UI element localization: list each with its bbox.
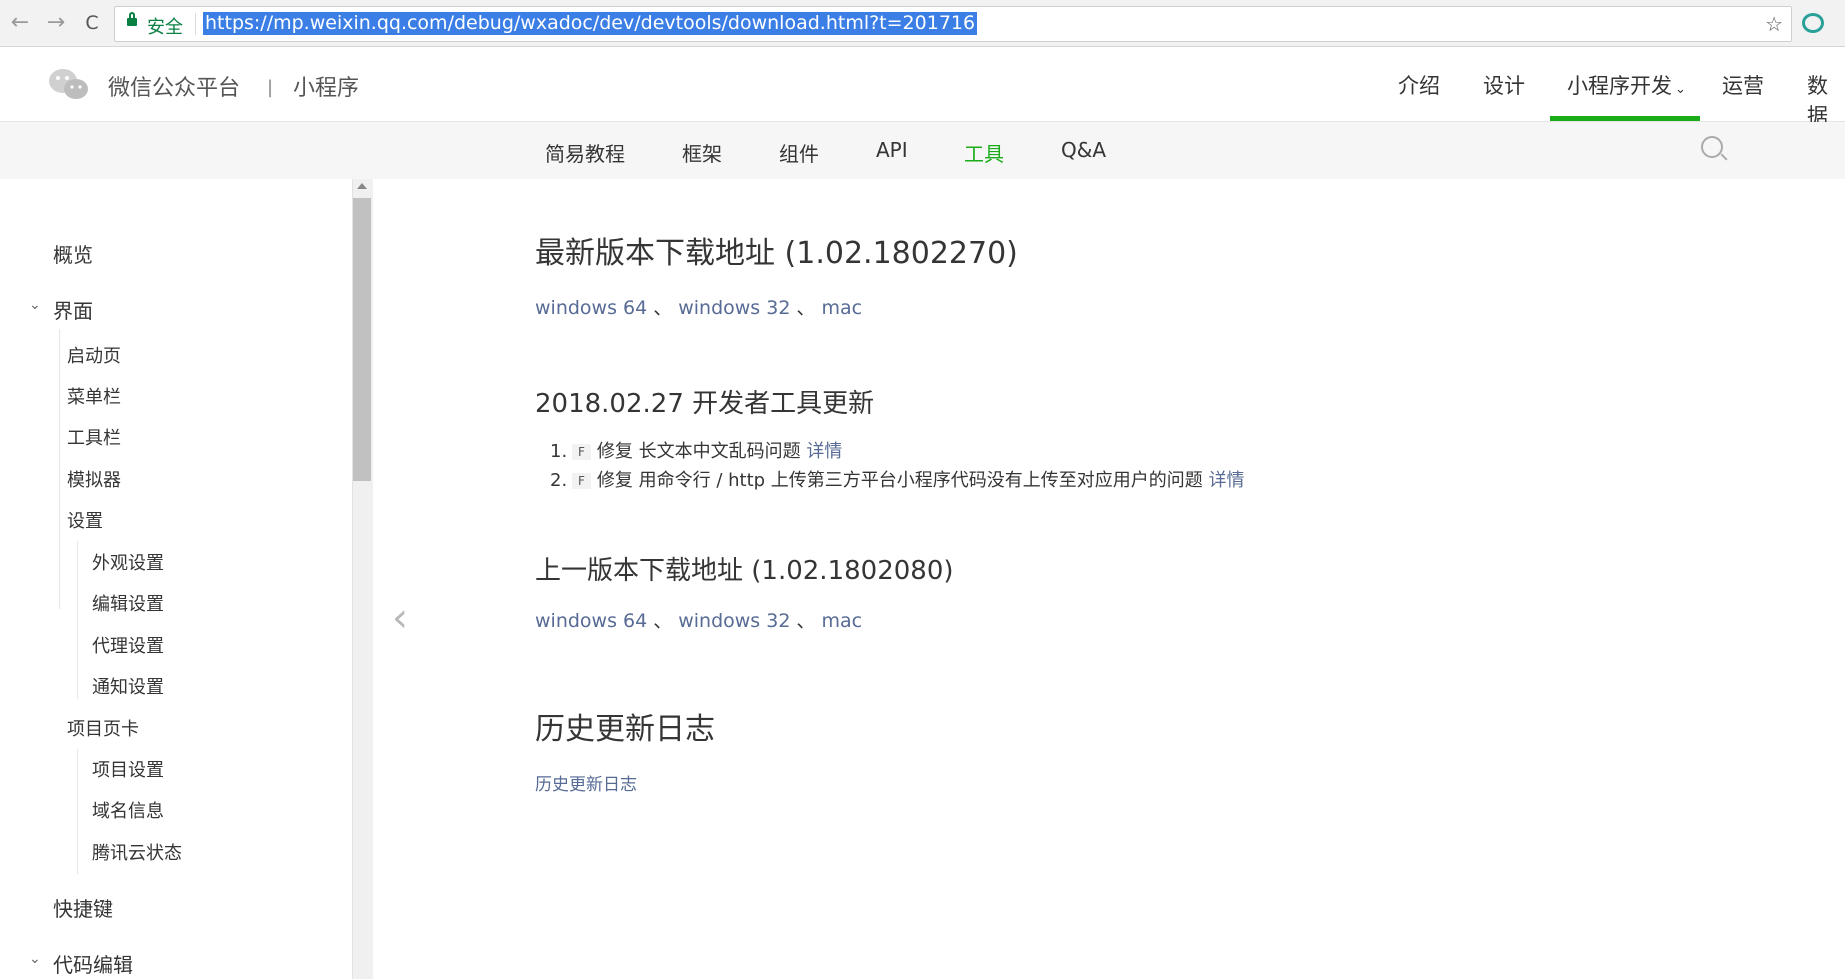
reload-icon[interactable]: C xyxy=(80,11,104,35)
prev-download-win32-link[interactable]: windows 32 xyxy=(678,610,790,632)
sidebar-item-tencent-cloud[interactable]: 腾讯云状态 xyxy=(92,839,182,865)
chevron-left-icon[interactable]: ‹ xyxy=(392,598,408,638)
update-text: 修复 用命令行 / http 上传第三方平台小程序代码没有上传至对应用户的问题 xyxy=(596,470,1203,491)
sidebar-item-domain[interactable]: 域名信息 xyxy=(92,797,164,823)
details-link[interactable]: 详情 xyxy=(806,441,842,462)
sidebar-item-appearance[interactable]: 外观设置 xyxy=(92,549,164,575)
tree-line xyxy=(59,329,60,609)
bookmark-star-icon[interactable]: ☆ xyxy=(1765,12,1783,36)
scroll-up-icon[interactable] xyxy=(357,183,367,189)
site-header: 微信公众平台 | 小程序 介绍 设计 小程序开发 ⌄ 运营 数据 xyxy=(0,47,1845,128)
nav-design[interactable]: 设计 xyxy=(1483,70,1525,100)
wechat-logo-icon xyxy=(49,69,88,99)
sidebar-item-menubar[interactable]: 菜单栏 xyxy=(67,383,121,409)
sidebar-item-editor[interactable]: 编辑设置 xyxy=(92,590,164,616)
search-icon[interactable] xyxy=(1701,136,1723,158)
history-link[interactable]: 历史更新日志 xyxy=(535,775,637,795)
nav-data[interactable]: 数据 xyxy=(1807,70,1845,130)
brand-name[interactable]: 微信公众平台 xyxy=(108,70,240,102)
prev-download-win64-link[interactable]: windows 64 xyxy=(535,610,647,632)
tree-line xyxy=(77,749,78,874)
active-nav-indicator xyxy=(1550,116,1700,121)
update-item: 1. F 修复 长文本中文乱码问题 详情 xyxy=(550,437,842,463)
update-text: 修复 长文本中文乱码问题 xyxy=(596,441,801,462)
chevron-down-icon[interactable]: ⌄ xyxy=(29,297,41,313)
extension-icon[interactable] xyxy=(1802,13,1824,33)
sub-nav: 简易教程 框架 组件 API 工具 Q&A xyxy=(0,122,1845,179)
sidebar-item-settings[interactable]: 设置 xyxy=(67,507,103,533)
sidebar-item-interface[interactable]: 界面 xyxy=(53,295,93,324)
url-text[interactable]: https://mp.weixin.qq.com/debug/wxadoc/de… xyxy=(203,12,978,35)
sidebar-item-overview[interactable]: 概览 xyxy=(53,239,93,268)
address-bar[interactable]: 安全 https://mp.weixin.qq.com/debug/wxadoc… xyxy=(114,6,1792,42)
sidebar-item-toolbar[interactable]: 工具栏 xyxy=(67,424,121,450)
browser-toolbar: ← → C 安全 https://mp.weixin.qq.com/debug/… xyxy=(0,0,1845,47)
previous-download-links: windows 64、 windows 32、 mac xyxy=(535,606,862,633)
download-mac-link[interactable]: mac xyxy=(821,297,862,319)
history-link-row: 历史更新日志 xyxy=(535,770,637,795)
tab-components[interactable]: 组件 xyxy=(779,138,819,167)
sidebar-item-project-tab[interactable]: 项目页卡 xyxy=(67,715,139,741)
details-link[interactable]: 详情 xyxy=(1209,470,1245,491)
address-divider xyxy=(195,13,196,35)
sidebar-item-proxy[interactable]: 代理设置 xyxy=(92,632,164,658)
previous-version-title: 上一版本下载地址 (1.02.1802080) xyxy=(535,556,954,586)
download-win64-link[interactable]: windows 64 xyxy=(535,297,647,319)
fix-tag: F xyxy=(572,473,591,489)
nav-dev[interactable]: 小程序开发 ⌄ xyxy=(1567,70,1686,100)
history-title: 历史更新日志 xyxy=(535,712,715,747)
tab-framework[interactable]: 框架 xyxy=(682,138,722,167)
tree-line xyxy=(77,541,78,699)
sidebar-item-notification[interactable]: 通知设置 xyxy=(92,673,164,699)
list-number: 1. xyxy=(550,441,568,462)
prev-download-mac-link[interactable]: mac xyxy=(821,610,862,632)
scrollbar-thumb[interactable] xyxy=(353,198,371,481)
back-icon[interactable]: ← xyxy=(8,11,32,35)
link-separator: 、 xyxy=(653,297,673,319)
nav-dev-label: 小程序开发 xyxy=(1567,74,1672,98)
link-separator: 、 xyxy=(796,610,816,632)
chevron-down-icon[interactable]: ⌄ xyxy=(29,951,41,967)
fix-tag: F xyxy=(572,444,591,460)
sidebar: 概览 ⌄ 界面 启动页 菜单栏 工具栏 模拟器 设置 外观设置 编辑设置 代理设… xyxy=(0,179,352,979)
link-separator: 、 xyxy=(796,297,816,319)
secure-label: 安全 xyxy=(147,17,183,38)
tab-qa[interactable]: Q&A xyxy=(1061,138,1106,162)
update-title: 2018.02.27 开发者工具更新 xyxy=(535,389,875,419)
brand-divider: | xyxy=(267,77,274,98)
tab-tools[interactable]: 工具 xyxy=(964,138,1004,167)
latest-version-title: 最新版本下载地址 (1.02.1802270) xyxy=(535,236,1018,271)
sidebar-item-project-settings[interactable]: 项目设置 xyxy=(92,756,164,782)
forward-icon[interactable]: → xyxy=(44,11,68,35)
sidebar-item-shortcuts[interactable]: 快捷键 xyxy=(53,893,113,922)
nav-ops[interactable]: 运营 xyxy=(1722,70,1764,100)
tab-tutorial[interactable]: 简易教程 xyxy=(545,138,625,167)
sidebar-item-code-edit[interactable]: 代码编辑 xyxy=(53,949,133,978)
download-win32-link[interactable]: windows 32 xyxy=(678,297,790,319)
sidebar-item-startup[interactable]: 启动页 xyxy=(67,342,121,368)
link-separator: 、 xyxy=(653,610,673,632)
nav-intro[interactable]: 介绍 xyxy=(1398,70,1440,100)
latest-download-links: windows 64、 windows 32、 mac xyxy=(535,293,862,320)
tab-api[interactable]: API xyxy=(876,138,908,162)
sidebar-item-simulator[interactable]: 模拟器 xyxy=(67,466,121,492)
brand-sub[interactable]: 小程序 xyxy=(293,70,359,102)
lock-icon xyxy=(127,12,137,26)
list-number: 2. xyxy=(550,470,568,491)
chevron-down-icon: ⌄ xyxy=(1675,82,1686,97)
update-item: 2. F 修复 用命令行 / http 上传第三方平台小程序代码没有上传至对应用户的… xyxy=(550,466,1245,492)
